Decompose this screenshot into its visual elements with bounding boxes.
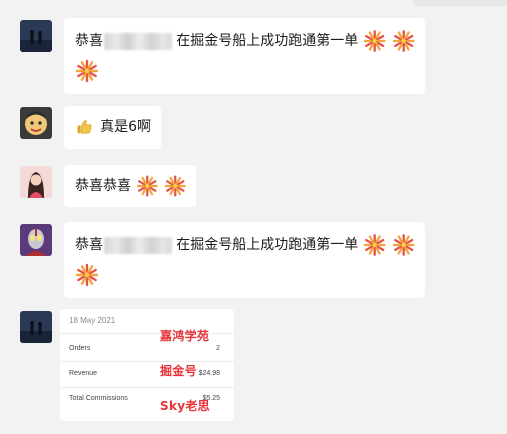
divider: [60, 387, 234, 388]
avatar-woman-portrait-icon: [20, 166, 52, 198]
commissions-label: Total Commissions: [69, 395, 128, 402]
blurred-name: [104, 32, 173, 50]
revenue-value: $24.98: [198, 370, 220, 377]
watermark-text: 掘金号: [160, 364, 197, 378]
divider: [60, 361, 234, 362]
watermark-text: 嘉鸿学苑: [160, 329, 210, 343]
message-bubble[interactable]: 恭喜 在掘金号船上成功跑通第一单: [64, 18, 425, 94]
avatar[interactable]: [20, 311, 52, 343]
image-message[interactable]: 18 May 2021 Orders 2 Revenue $24.98 Tota…: [60, 309, 234, 421]
firework-emoji-icon: [392, 233, 415, 257]
message-bubble[interactable]: 恭喜 在掘金号船上成功跑通第一单: [64, 222, 425, 298]
blurred-name: [104, 236, 173, 254]
avatar-cartoon-face-icon: [20, 107, 52, 139]
message-text: 在掘金号船上成功跑通第一单: [176, 237, 359, 253]
firework-emoji-icon: [164, 174, 187, 198]
avatar-dark-silhouettes-icon: [20, 20, 52, 52]
avatar-dark-silhouettes-icon: [20, 311, 52, 343]
message-prefix: 恭喜: [75, 33, 103, 49]
revenue-label: Revenue: [69, 370, 98, 377]
avatar[interactable]: [20, 107, 52, 139]
top-window-edge: [413, 0, 507, 6]
firework-emoji-icon: [363, 29, 386, 53]
firework-emoji-icon: [75, 59, 99, 83]
firework-emoji-icon: [392, 29, 415, 53]
report-date: 18 May 2021: [69, 316, 116, 325]
avatar[interactable]: [20, 20, 52, 52]
message-text: 真是6啊: [100, 119, 151, 135]
avatar[interactable]: [20, 166, 52, 198]
thumbs-up-icon: [77, 120, 92, 134]
orders-value: 2: [216, 345, 220, 352]
orders-label: Orders: [69, 345, 91, 352]
message-text: 恭喜恭喜: [75, 178, 131, 194]
avatar-ultraman-icon: [20, 224, 52, 256]
watermark-text: Sky老思: [160, 399, 210, 413]
firework-emoji-icon: [75, 263, 99, 287]
avatar[interactable]: [20, 224, 52, 256]
message-prefix: 恭喜: [75, 237, 103, 253]
firework-emoji-icon: [136, 174, 159, 198]
message-bubble[interactable]: 恭喜恭喜: [64, 165, 196, 207]
message-bubble[interactable]: 真是6啊: [64, 106, 161, 149]
firework-emoji-icon: [363, 233, 386, 257]
message-text: 在掘金号船上成功跑通第一单: [176, 33, 359, 49]
